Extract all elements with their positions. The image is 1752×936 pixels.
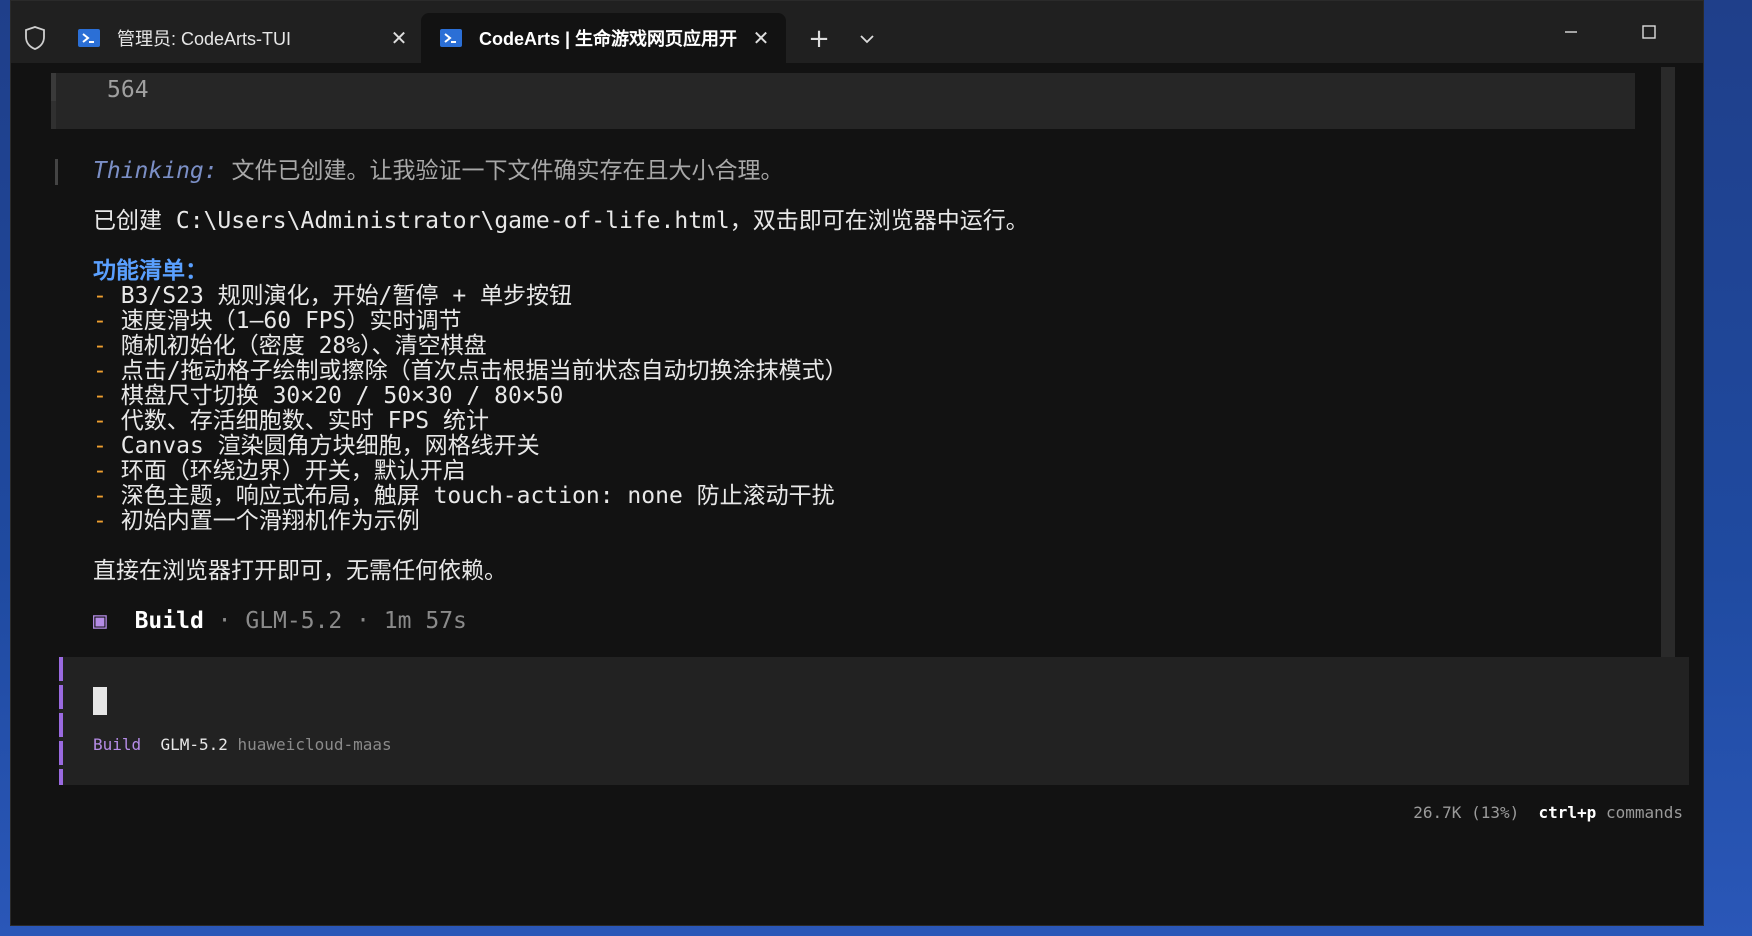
list-item: - B3/S23 规则演化，开始/暂停 + 单步按钮 bbox=[93, 282, 572, 310]
tab-close-icon[interactable]: ✕ bbox=[746, 23, 776, 53]
created-file-line: 已创建 C:\Users\Administrator\game-of-life.… bbox=[93, 208, 1029, 234]
list-item: - 环面（环绕边界）开关，默认开启 bbox=[93, 457, 466, 485]
status-footer: 26.7K (13%) ctrl+p commands bbox=[1413, 799, 1683, 827]
tab-codearts-game-of-life[interactable]: CodeArts | 生命游戏网页应用开 ✕ bbox=[421, 13, 786, 63]
list-item-text: B3/S23 规则演化，开始/暂停 + 单步按钮 bbox=[120, 283, 573, 309]
build-status-line: ▣ Build · GLM-5.2 · 1m 57s bbox=[93, 607, 467, 635]
output-value: 564 bbox=[107, 77, 149, 103]
thinking-label: Thinking: bbox=[93, 158, 218, 184]
tab-title: 管理员: CodeArts-TUI bbox=[117, 29, 292, 49]
tab-dropdown-button[interactable] bbox=[849, 21, 885, 57]
agent-mode[interactable]: Build bbox=[93, 735, 141, 754]
tab-title: CodeArts | 生命游戏网页应用开 bbox=[479, 29, 738, 49]
previous-tool-output: 564 bbox=[51, 73, 1635, 129]
close-window-button[interactable] bbox=[1691, 9, 1703, 55]
list-bullet: - bbox=[93, 483, 107, 509]
scrollbar-track[interactable] bbox=[1661, 67, 1675, 671]
build-detail: · GLM-5.2 · 1m 57s bbox=[203, 608, 467, 634]
list-item-text: 深色主题，响应式布局，触屏 touch-action: none 防止滚动干扰 bbox=[120, 483, 835, 509]
block-border bbox=[51, 73, 56, 101]
list-item-text: 环面（环绕边界）开关，默认开启 bbox=[120, 458, 466, 484]
commands-label: commands bbox=[1605, 803, 1683, 822]
list-item-text: Canvas 渲染圆角方块细胞，网格线开关 bbox=[120, 433, 540, 459]
chevron-down-icon bbox=[860, 35, 874, 44]
list-item-text: 棋盘尺寸切换 30×20 / 50×30 / 80×50 bbox=[120, 383, 564, 409]
list-item: - 深色主题，响应式布局，触屏 touch-action: none 防止滚动干… bbox=[93, 482, 835, 510]
features-heading: 功能清单： bbox=[93, 258, 208, 284]
maximize-icon bbox=[1642, 25, 1656, 39]
thinking-border bbox=[55, 159, 58, 185]
tab-admin-codearts-tui[interactable]: 管理员: CodeArts-TUI ✕ bbox=[59, 13, 424, 63]
list-item: - 代数、存活细胞数、实时 FPS 统计 bbox=[93, 407, 489, 435]
title-bar: 管理员: CodeArts-TUI ✕ CodeArts | 生命游戏网页应用开… bbox=[11, 1, 1703, 63]
list-item-text: 随机初始化（密度 28%）、清空棋盘 bbox=[120, 333, 487, 359]
shortcut-key: ctrl+p bbox=[1538, 803, 1597, 822]
list-item: - 棋盘尺寸切换 30×20 / 50×30 / 80×50 bbox=[93, 382, 563, 410]
list-item-text: 初始内置一个滑翔机作为示例 bbox=[120, 508, 420, 534]
list-item: - Canvas 渲染圆角方块细胞，网格线开关 bbox=[93, 432, 540, 460]
prompt-input[interactable]: Build GLM-5.2 huaweicloud-maas bbox=[59, 657, 1689, 785]
minimize-button[interactable] bbox=[1541, 9, 1601, 55]
list-item: - 随机初始化（密度 28%）、清空棋盘 bbox=[93, 332, 487, 360]
powershell-icon bbox=[78, 29, 100, 47]
list-bullet: - bbox=[93, 408, 107, 434]
list-item: - 初始内置一个滑翔机作为示例 bbox=[93, 507, 420, 535]
input-agent-status: Build GLM-5.2 huaweicloud-maas bbox=[93, 731, 392, 759]
terminal-window: 管理员: CodeArts-TUI ✕ CodeArts | 生命游戏网页应用开… bbox=[10, 0, 1704, 926]
list-item-text: 点击/拖动格子绘制或擦除（首次点击根据当前状态自动切换涂抹模式） bbox=[120, 358, 848, 384]
list-item-text: 速度滑块（1–60 FPS）实时调节 bbox=[120, 308, 462, 334]
block-border bbox=[51, 101, 56, 129]
new-tab-button[interactable]: + bbox=[801, 21, 837, 57]
minimize-icon bbox=[1565, 31, 1577, 33]
powershell-icon bbox=[440, 29, 462, 47]
token-usage: 26.7K (13%) bbox=[1413, 803, 1520, 822]
list-bullet: - bbox=[93, 358, 107, 384]
provider-name: huaweicloud-maas bbox=[237, 735, 392, 754]
list-bullet: - bbox=[93, 433, 107, 459]
terminal-output: 564 Thinking: 文件已创建。让我验证一下文件确实存在且大小合理。 已… bbox=[11, 63, 1703, 925]
thinking-text: 文件已创建。让我验证一下文件确实存在且大小合理。 bbox=[217, 158, 784, 184]
list-bullet: - bbox=[93, 333, 107, 359]
text-cursor bbox=[93, 687, 107, 715]
list-item: - 速度滑块（1–60 FPS）实时调节 bbox=[93, 307, 462, 335]
build-label: Build bbox=[134, 608, 204, 634]
list-bullet: - bbox=[93, 383, 107, 409]
shield-icon bbox=[25, 26, 45, 50]
build-square-icon: ▣ bbox=[93, 608, 107, 634]
list-item-text: 代数、存活细胞数、实时 FPS 统计 bbox=[120, 408, 489, 434]
list-item: - 点击/拖动格子绘制或擦除（首次点击根据当前状态自动切换涂抹模式） bbox=[93, 357, 848, 385]
maximize-button[interactable] bbox=[1619, 9, 1679, 55]
list-bullet: - bbox=[93, 508, 107, 534]
list-bullet: - bbox=[93, 458, 107, 484]
thinking-line: Thinking: 文件已创建。让我验证一下文件确实存在且大小合理。 bbox=[93, 157, 783, 185]
input-border bbox=[59, 657, 63, 785]
list-bullet: - bbox=[93, 283, 107, 309]
list-bullet: - bbox=[93, 308, 107, 334]
model-name[interactable]: GLM-5.2 bbox=[160, 735, 227, 754]
tab-close-icon[interactable]: ✕ bbox=[384, 23, 414, 53]
closing-line: 直接在浏览器打开即可，无需任何依赖。 bbox=[93, 558, 507, 584]
